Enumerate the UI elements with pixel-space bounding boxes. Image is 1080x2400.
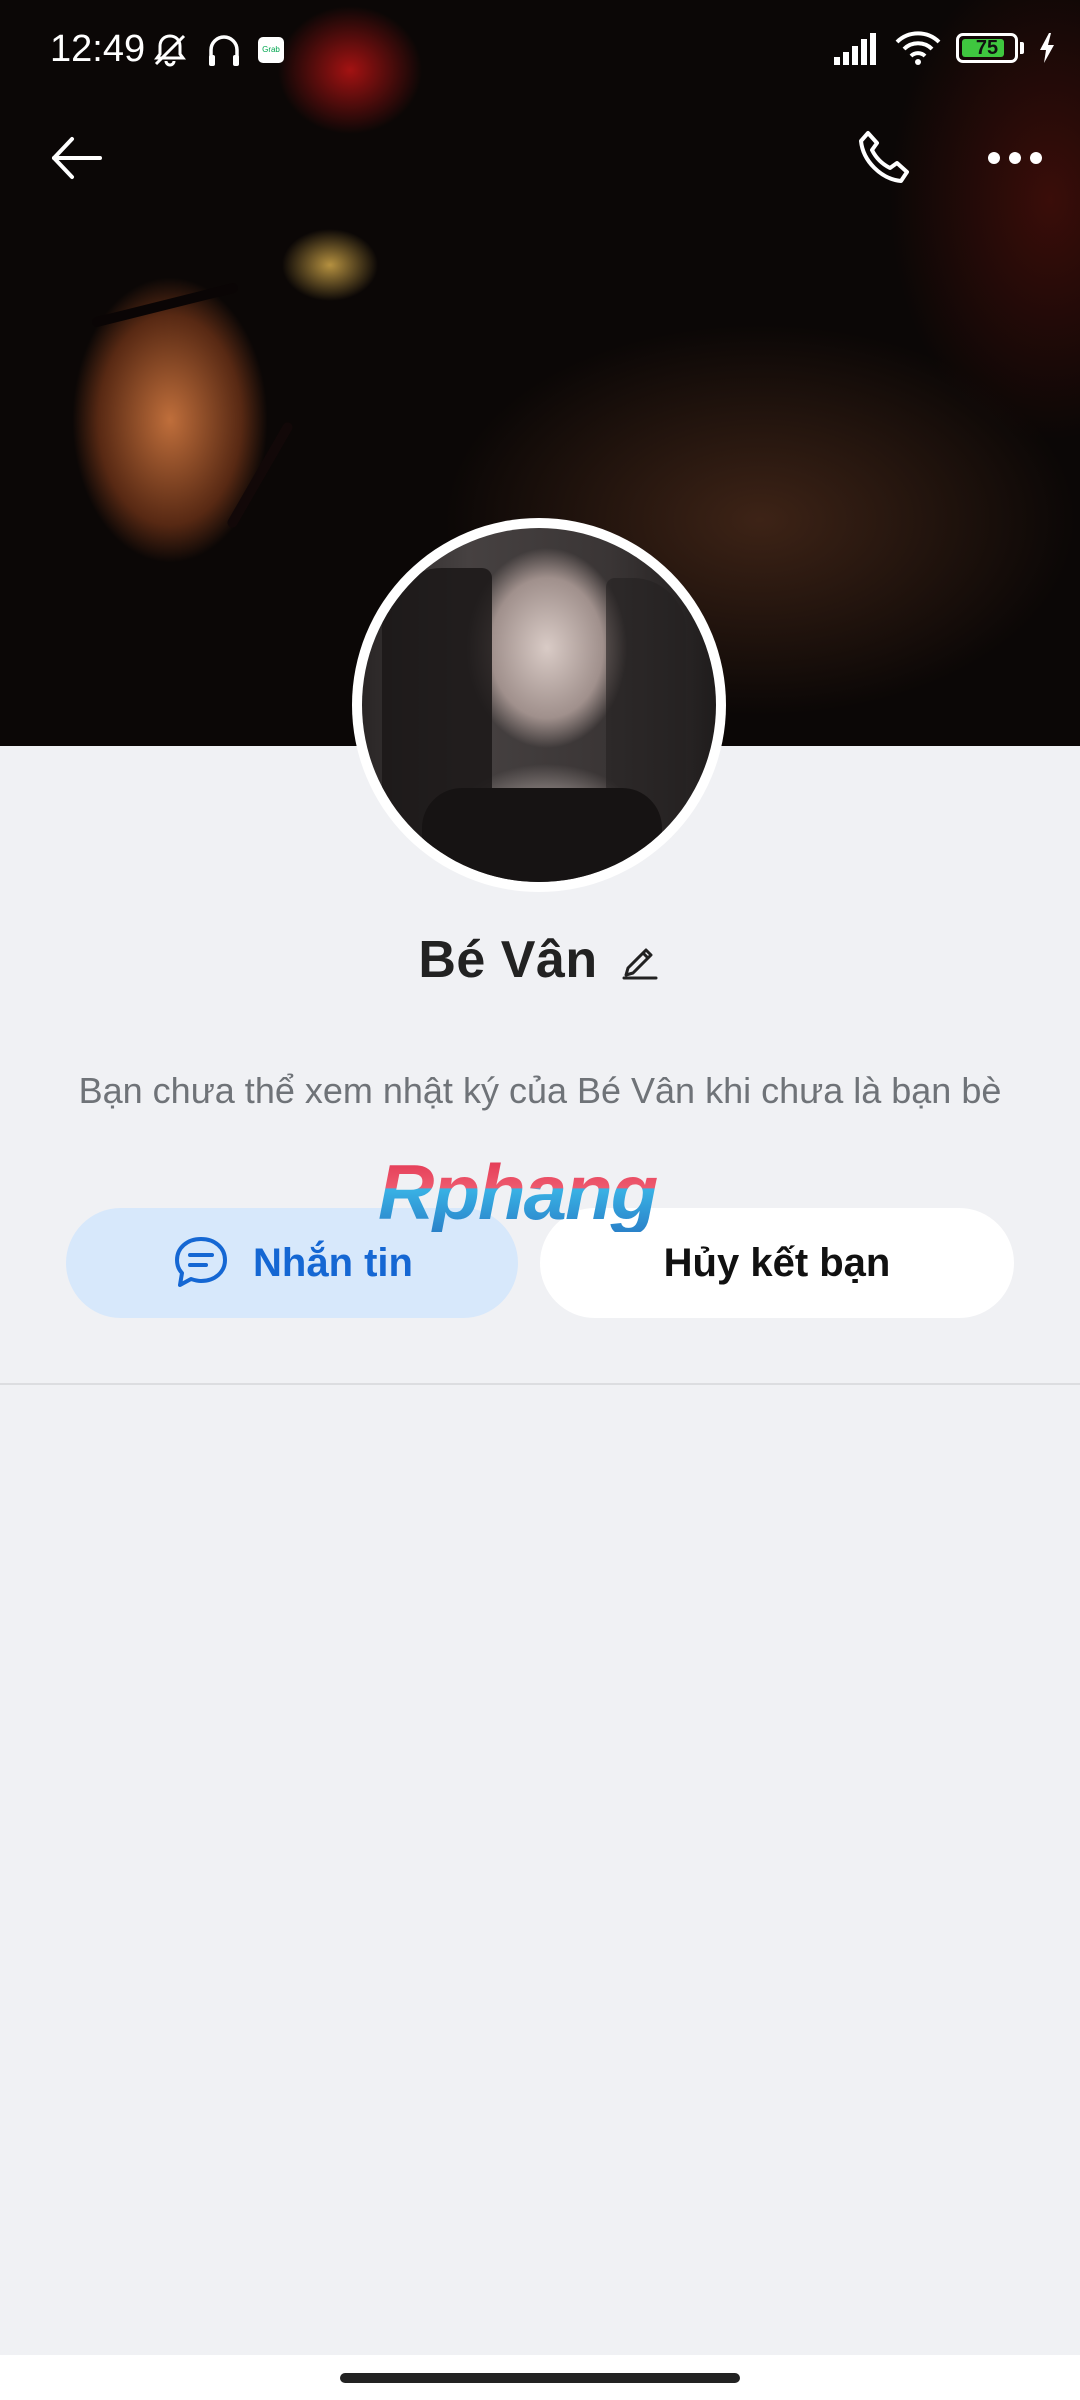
- home-indicator[interactable]: [340, 2373, 740, 2383]
- battery-level: 75: [975, 37, 999, 59]
- grab-app-icon: Grab: [258, 37, 284, 63]
- chat-bubble-icon: [175, 1237, 227, 1287]
- notification-icons: Grab: [150, 30, 284, 70]
- diary-restriction-text: Bạn chưa thể xem nhật ký của Bé Vân khi …: [78, 1070, 1002, 1111]
- watermark-logo: Rphang: [378, 1152, 708, 1232]
- back-button[interactable]: [44, 125, 110, 191]
- signal-icon: [834, 33, 876, 65]
- cover-detail: [91, 282, 239, 328]
- profile-name: Bé Vân: [418, 931, 598, 989]
- bell-off-icon: [154, 34, 186, 67]
- charging-bolt-icon: [1040, 33, 1054, 63]
- arrow-left-icon: [52, 137, 102, 179]
- unfriend-button-label: Hủy kết bạn: [663, 1240, 891, 1285]
- avatar[interactable]: [352, 518, 726, 892]
- profile-screen: 12:49 Grab 75 Bé Vân Bạn chưa thể xem nh…: [0, 0, 1080, 2400]
- call-button[interactable]: [850, 125, 916, 191]
- status-time: 12:49: [50, 28, 146, 70]
- more-options-button[interactable]: [980, 125, 1050, 191]
- pencil-icon[interactable]: [618, 938, 662, 982]
- avatar-detail: [422, 788, 662, 882]
- status-bar: 12:49 Grab 75: [0, 0, 1080, 100]
- cover-detail: [225, 420, 295, 530]
- battery-icon: 75: [956, 33, 1018, 63]
- more-dots-icon: [988, 152, 1042, 164]
- wifi-icon: [895, 31, 941, 65]
- phone-icon: [859, 131, 909, 183]
- section-divider: [0, 1383, 1080, 1385]
- headphones-icon: [209, 35, 239, 66]
- system-icons: 75: [832, 30, 1056, 66]
- message-button-label: Nhắn tin: [253, 1240, 413, 1285]
- profile-name-row: Bé Vân: [0, 930, 1080, 990]
- avatar-photo: [362, 528, 716, 882]
- battery-tip: [1020, 42, 1024, 54]
